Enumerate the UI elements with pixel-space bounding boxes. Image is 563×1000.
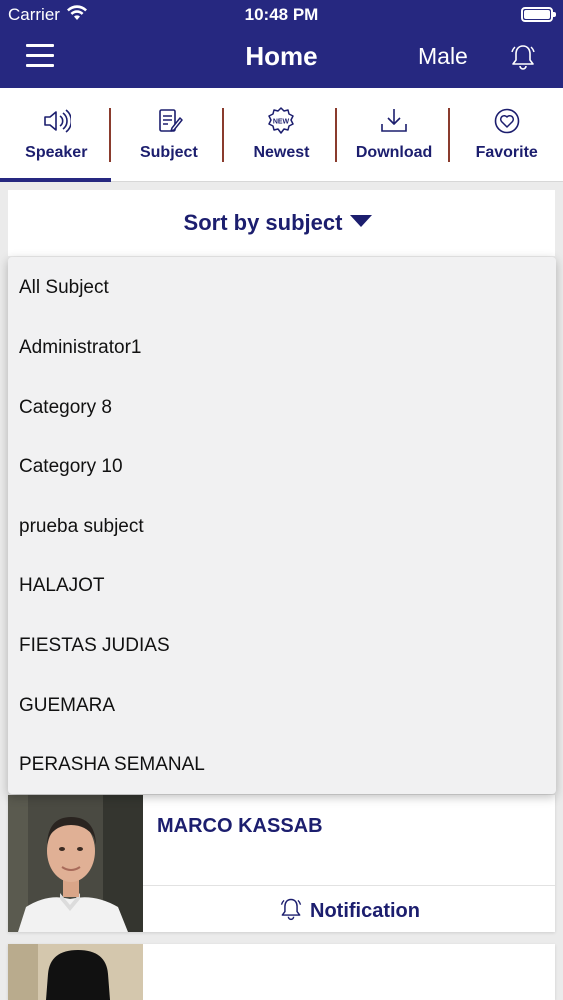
svg-text:NEW: NEW <box>273 119 290 126</box>
tab-divider <box>335 108 337 162</box>
sort-label-wrap: Sort by subject <box>8 210 548 236</box>
speaker-icon <box>44 109 72 133</box>
bell-icon <box>280 898 302 921</box>
gender-toggle-button[interactable]: Male <box>418 43 468 70</box>
active-tab-indicator <box>0 178 111 182</box>
new-badge-icon: NEW <box>268 107 295 134</box>
speaker-photo <box>8 795 143 932</box>
dropdown-option[interactable]: Category 10 <box>19 456 123 478</box>
notification-label: Notification <box>310 900 420 922</box>
subject-dropdown-menu: All Subject Administrator1 Category 8 Ca… <box>8 257 556 794</box>
dropdown-option[interactable]: All Subject <box>19 277 109 299</box>
dropdown-option[interactable]: prueba subject <box>19 516 144 538</box>
tab-label: Subject <box>139 144 198 161</box>
app-header: Carrier 10:48 PM Home Male <box>0 0 563 88</box>
dropdown-option[interactable]: Administrator1 <box>19 337 142 359</box>
tab-divider <box>222 108 224 162</box>
sort-label: Sort by subject <box>183 210 343 235</box>
dropdown-option[interactable]: GUEMARA <box>19 695 115 717</box>
dropdown-option[interactable]: PERASHA SEMANAL <box>19 754 205 776</box>
sort-by-subject-dropdown[interactable]: Sort by subject <box>8 190 555 256</box>
status-bar: Carrier 10:48 PM <box>0 0 563 30</box>
tab-newest[interactable]: NEW Newest <box>225 88 338 182</box>
speaker-card[interactable] <box>8 944 555 1000</box>
dropdown-option[interactable]: Category 8 <box>19 397 112 419</box>
speaker-card[interactable]: MARCO KASSAB Notification <box>8 795 555 932</box>
tab-divider <box>109 108 111 162</box>
tab-speaker[interactable]: Speaker <box>0 88 113 182</box>
tab-label: Favorite <box>475 144 538 161</box>
bell-icon <box>511 45 535 70</box>
notification-bell-button[interactable] <box>508 42 538 72</box>
tab-label: Speaker <box>25 144 88 161</box>
page-title: Home <box>245 41 318 71</box>
dropdown-option[interactable]: FIESTAS JUDIAS <box>19 635 170 657</box>
notification-button[interactable]: Notification <box>143 885 555 932</box>
tab-label: Download <box>355 144 433 161</box>
speaker-photo <box>8 944 143 1000</box>
download-icon <box>381 109 407 132</box>
speaker-name: MARCO KASSAB <box>157 815 323 837</box>
heart-icon <box>494 108 519 134</box>
tab-subject[interactable]: Subject <box>113 88 226 182</box>
tab-download[interactable]: Download <box>338 88 451 182</box>
tab-label: Newest <box>253 144 310 161</box>
tab-favorite[interactable]: Favorite <box>450 88 563 182</box>
battery-icon <box>521 7 556 22</box>
caret-down-icon <box>350 215 373 227</box>
notification-button-content: Notification <box>143 896 555 923</box>
status-time: 10:48 PM <box>244 5 319 24</box>
category-tab-bar: Speaker Subject NEW Newest Download Favo… <box>0 88 563 182</box>
dropdown-option[interactable]: HALAJOT <box>19 575 105 597</box>
subject-icon <box>159 109 183 132</box>
